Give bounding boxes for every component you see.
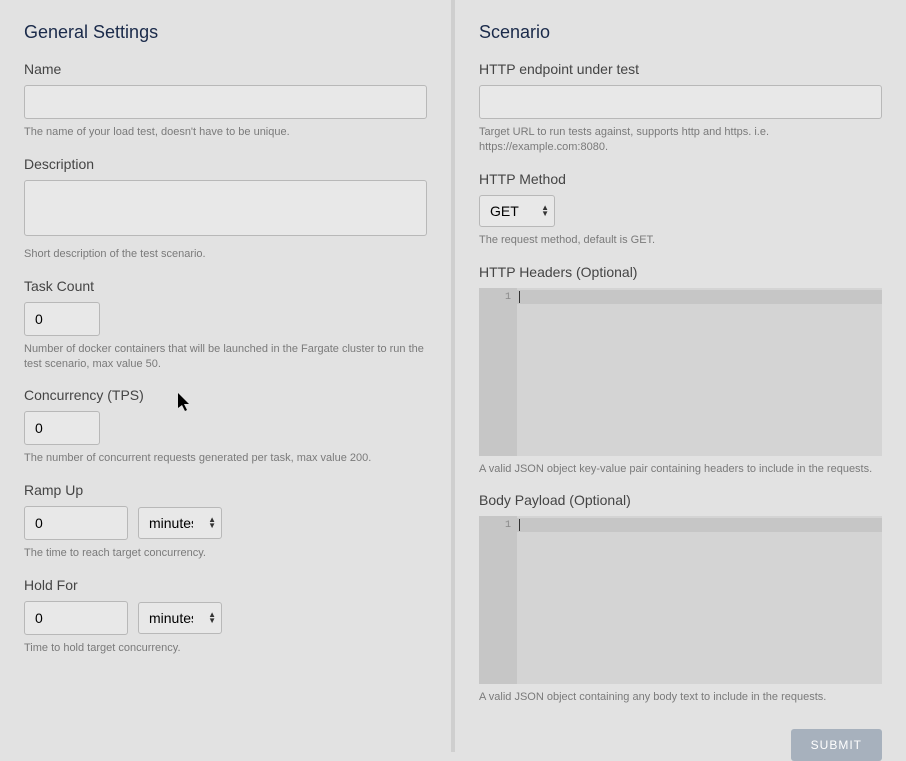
hold-for-help: Time to hold target concurrency.	[24, 641, 427, 656]
method-label: HTTP Method	[479, 171, 882, 187]
headers-editor[interactable]: 1	[479, 288, 882, 456]
general-settings-title: General Settings	[24, 22, 427, 43]
text-cursor-icon	[519, 519, 520, 531]
body-field: Body Payload (Optional) 1 A valid JSON o…	[479, 492, 882, 705]
text-cursor-icon	[519, 291, 520, 303]
headers-label: HTTP Headers (Optional)	[479, 264, 882, 280]
hold-for-unit-wrap: minutes ▲▼	[138, 602, 222, 634]
method-field: HTTP Method GET ▲▼ The request method, d…	[479, 171, 882, 248]
task-count-label: Task Count	[24, 278, 427, 294]
headers-field: HTTP Headers (Optional) 1 A valid JSON o…	[479, 264, 882, 477]
description-label: Description	[24, 156, 427, 172]
hold-for-unit-select[interactable]: minutes	[138, 602, 222, 634]
scenario-title: Scenario	[479, 22, 882, 43]
body-editor[interactable]: 1	[479, 516, 882, 684]
name-input[interactable]	[24, 85, 427, 119]
task-count-field: Task Count Number of docker containers t…	[24, 278, 427, 372]
body-gutter: 1	[479, 516, 517, 684]
ramp-up-field: Ramp Up minutes ▲▼ The time to reach tar…	[24, 482, 427, 561]
general-settings-panel: General Settings Name The name of your l…	[0, 0, 455, 752]
submit-row: SUBMIT	[479, 729, 882, 761]
ramp-up-input[interactable]	[24, 506, 128, 540]
endpoint-label: HTTP endpoint under test	[479, 61, 882, 77]
endpoint-help: Target URL to run tests against, support…	[479, 125, 882, 155]
task-count-input[interactable]	[24, 302, 100, 336]
description-help: Short description of the test scenario.	[24, 247, 427, 262]
method-select-wrap: GET ▲▼	[479, 195, 555, 227]
task-count-help: Number of docker containers that will be…	[24, 342, 427, 372]
method-select[interactable]: GET	[479, 195, 555, 227]
concurrency-help: The number of concurrent requests genera…	[24, 451, 427, 466]
method-help: The request method, default is GET.	[479, 233, 882, 248]
hold-for-input[interactable]	[24, 601, 128, 635]
name-help: The name of your load test, doesn't have…	[24, 125, 427, 140]
concurrency-label: Concurrency (TPS)	[24, 387, 427, 403]
ramp-up-help: The time to reach target concurrency.	[24, 546, 427, 561]
endpoint-field: HTTP endpoint under test Target URL to r…	[479, 61, 882, 155]
description-field: Description Short description of the tes…	[24, 156, 427, 262]
submit-button[interactable]: SUBMIT	[791, 729, 882, 761]
name-label: Name	[24, 61, 427, 77]
headers-gutter: 1	[479, 288, 517, 456]
headers-help: A valid JSON object key-value pair conta…	[479, 462, 882, 477]
name-field: Name The name of your load test, doesn't…	[24, 61, 427, 140]
ramp-up-label: Ramp Up	[24, 482, 427, 498]
body-label: Body Payload (Optional)	[479, 492, 882, 508]
body-help: A valid JSON object containing any body …	[479, 690, 882, 705]
hold-for-label: Hold For	[24, 577, 427, 593]
concurrency-input[interactable]	[24, 411, 100, 445]
endpoint-input[interactable]	[479, 85, 882, 119]
ramp-up-unit-select[interactable]: minutes	[138, 507, 222, 539]
scenario-panel: Scenario HTTP endpoint under test Target…	[455, 0, 906, 752]
concurrency-field: Concurrency (TPS) The number of concurre…	[24, 387, 427, 466]
body-current-line	[517, 518, 882, 532]
headers-current-line	[517, 290, 882, 304]
headers-body[interactable]	[517, 288, 882, 456]
body-body[interactable]	[517, 516, 882, 684]
description-input[interactable]	[24, 180, 427, 236]
ramp-up-unit-wrap: minutes ▲▼	[138, 507, 222, 539]
hold-for-field: Hold For minutes ▲▼ Time to hold target …	[24, 577, 427, 656]
